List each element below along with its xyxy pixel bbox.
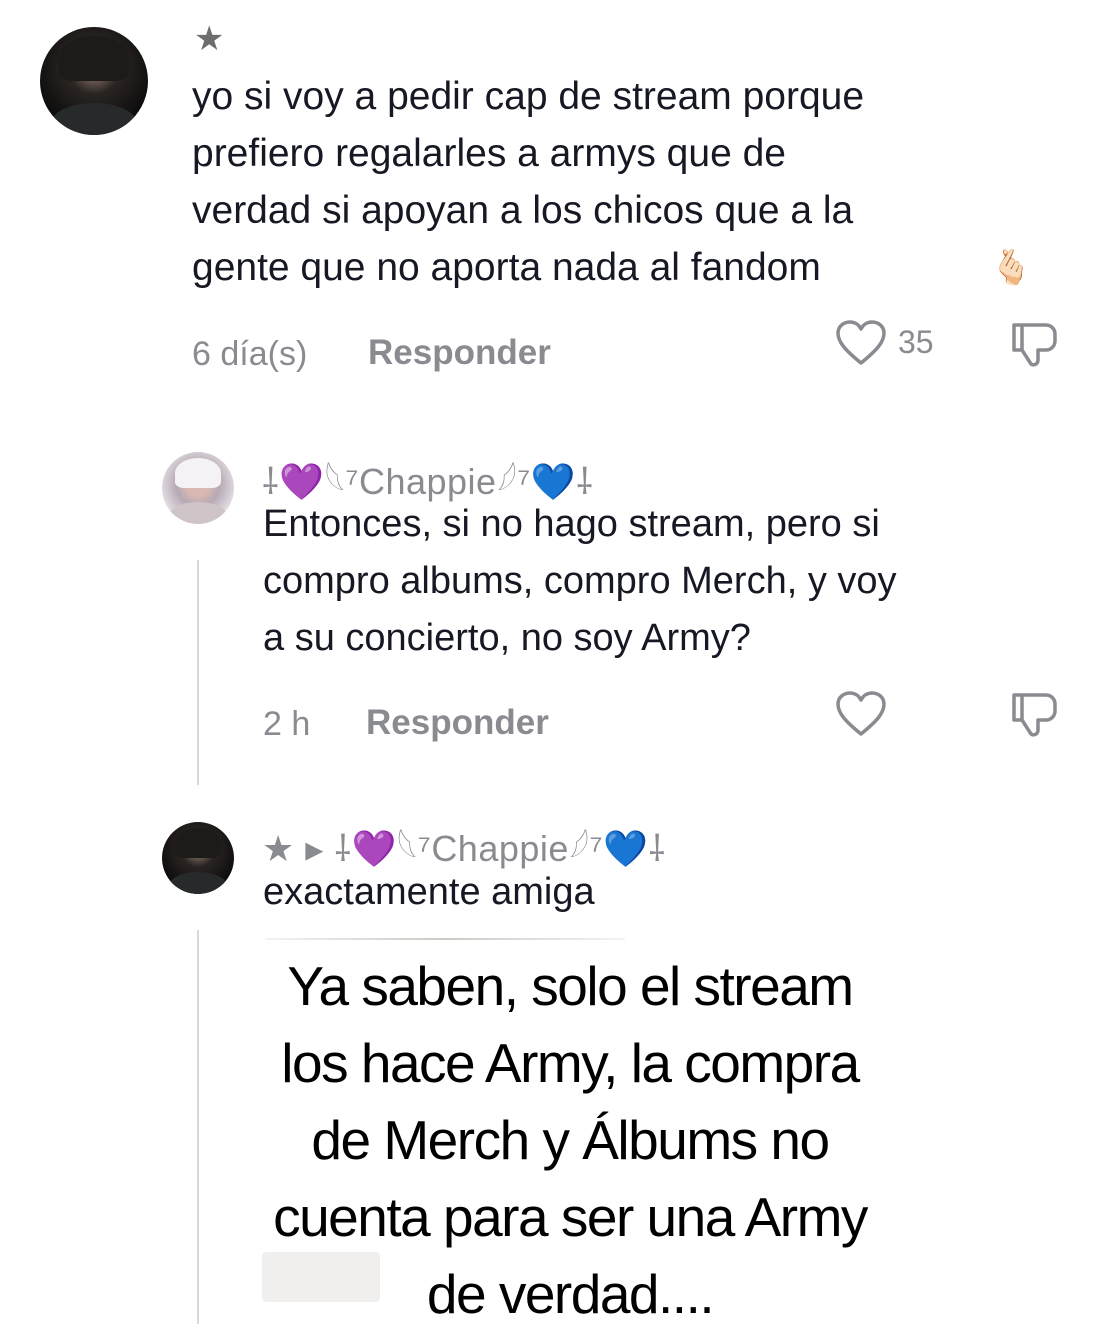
faded-divider bbox=[265, 938, 625, 940]
comment-text-line-1: yo si voy a pedir cap de stream porque bbox=[192, 75, 865, 118]
comment-text-line-3: verdad si apoyan a los chicos que a la bbox=[192, 189, 854, 232]
avatar-shoulder bbox=[169, 502, 227, 524]
overlay-line-3: de Merch y Álbums no bbox=[311, 1109, 830, 1171]
reply1-text-line-2: compro albums, compro Merch, y voy bbox=[263, 560, 897, 602]
avatar-hair bbox=[59, 35, 129, 81]
commenter-avatar[interactable] bbox=[40, 27, 148, 135]
thread-line bbox=[197, 560, 199, 785]
overlay-line-5: de verdad.... bbox=[426, 1263, 715, 1325]
avatar-shoulder bbox=[169, 872, 227, 894]
reply2-text: exactamente amiga bbox=[263, 871, 595, 913]
finger-heart-emoji: 🫰🏻 bbox=[990, 249, 1033, 287]
reply2-avatar[interactable] bbox=[162, 822, 234, 894]
reply1-reply-button[interactable]: Responder bbox=[366, 703, 549, 743]
overlay-line-1: Ya saben, solo el stream bbox=[287, 955, 854, 1017]
star-badge: ★ bbox=[194, 20, 225, 58]
reply1-avatar[interactable] bbox=[162, 452, 234, 524]
comment-timestamp: 6 día(s) bbox=[192, 335, 308, 373]
reply1-text-line-3: a su concierto, no soy Army? bbox=[263, 617, 751, 659]
overlay-caption: Ya saben, solo el stream los hace Army, … bbox=[150, 948, 990, 1333]
avatar-hair bbox=[174, 827, 222, 858]
comment-text-line-2: prefiero regalarles a armys que de bbox=[192, 132, 786, 175]
overlay-line-4: cuenta para ser una Army bbox=[273, 1186, 868, 1248]
avatar-shoulder bbox=[50, 102, 138, 135]
comment-text-line-4: gente que no aporta nada al fandom bbox=[192, 246, 821, 289]
overlay-line-2: los hace Army, la compra bbox=[281, 1032, 860, 1094]
reply-button[interactable]: Responder bbox=[368, 333, 551, 373]
reply1-timestamp: 2 h bbox=[263, 705, 311, 743]
avatar-hair bbox=[174, 457, 222, 488]
like-count: 35 bbox=[898, 324, 934, 360]
dislike-icon[interactable] bbox=[1008, 319, 1060, 369]
reply1-dislike-icon[interactable] bbox=[1008, 689, 1060, 739]
like-heart-icon[interactable] bbox=[835, 319, 887, 367]
reply1-text-line-1: Entonces, si no hago stream, pero si bbox=[263, 503, 880, 545]
reply1-like-heart-icon[interactable] bbox=[835, 690, 887, 738]
